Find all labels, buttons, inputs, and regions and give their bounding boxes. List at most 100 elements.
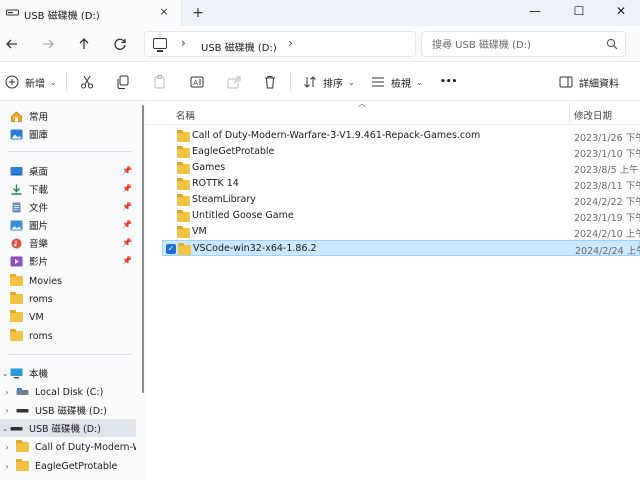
close-window-button[interactable]: ✕ xyxy=(606,0,636,22)
tab-title: USB 磁碟機 (D:) xyxy=(24,11,100,22)
refresh-icon[interactable] xyxy=(110,34,130,54)
rename-icon[interactable]: A xyxy=(189,74,205,90)
file-name: VSCode-win32-x64-1.86.2 xyxy=(193,243,317,254)
sidebar-item-desktop[interactable]: 桌面 📌 xyxy=(0,162,136,180)
sidebar-item-downloads[interactable]: 下載 📌 xyxy=(0,180,136,198)
pin-icon[interactable]: 📌 xyxy=(122,220,132,229)
navigation-pane: 常用 圖庫 桌面 📌 下載 📌 文件 📌 圖片 📌 音樂 📌 影片 📌 Movi… xyxy=(0,101,140,480)
file-row[interactable]: Games 2023/8/5 上午 xyxy=(162,160,640,176)
sidebar-item-vm[interactable]: VM xyxy=(0,308,136,326)
copy-icon[interactable] xyxy=(115,74,131,90)
details-button[interactable]: 詳細資料 xyxy=(558,72,619,92)
plus-circle-icon xyxy=(5,75,19,89)
sort-button[interactable]: 排序 ⌄ xyxy=(302,72,355,92)
sort-label: 排序 xyxy=(323,78,343,90)
file-name: VM xyxy=(192,226,207,237)
sidebar-item-movies[interactable]: Movies xyxy=(0,272,136,290)
sidebar-item-home[interactable]: 常用 xyxy=(0,107,136,125)
file-row[interactable]: EagleGetProtable 2023/1/10 下午 xyxy=(162,144,640,160)
sidebar-item-usb-drive-expanded[interactable]: ⌄ USB 磁碟機 (D:) xyxy=(0,419,136,437)
view-button[interactable]: 檢視 ⌄ xyxy=(370,72,423,92)
pin-icon[interactable]: 📌 xyxy=(122,184,132,193)
file-row[interactable]: Call of Duty-Modern-Warfare-3-V1.9.461-R… xyxy=(162,128,640,144)
folder-icon xyxy=(10,273,23,286)
chevron-down-icon: ⌄ xyxy=(416,77,423,87)
desktop-icon xyxy=(10,166,23,175)
sidebar-item-call-of-duty[interactable]: › Call of Duty-Modern-W xyxy=(0,438,136,456)
chevron-right-icon[interactable]: › xyxy=(2,406,12,415)
chevron-right-icon[interactable]: › xyxy=(2,462,12,471)
file-name: ROTTK 14 xyxy=(192,178,239,189)
file-name: Call of Duty-Modern-Warfare-3-V1.9.461-R… xyxy=(192,130,481,141)
file-row[interactable]: Untitled Goose Game 2023/1/19 下午 xyxy=(162,208,640,224)
share-icon[interactable] xyxy=(226,74,242,90)
search-box[interactable] xyxy=(421,31,626,57)
delete-icon[interactable] xyxy=(262,74,278,90)
search-icon[interactable] xyxy=(606,38,618,50)
back-icon[interactable] xyxy=(2,34,22,54)
folder-icon xyxy=(177,146,190,158)
file-date: 2024/2/10 上午 xyxy=(574,229,640,240)
chevron-right-icon[interactable]: › xyxy=(2,388,12,397)
sidebar-item-gallery[interactable]: 圖庫 xyxy=(0,125,136,143)
pin-icon[interactable]: 📌 xyxy=(122,256,132,265)
sidebar-item-usb-drive[interactable]: › USB 磁碟機 (D:) xyxy=(0,401,136,419)
drive-icon xyxy=(16,387,29,395)
sidebar-item-local-disk[interactable]: › Local Disk (C:) xyxy=(0,383,136,401)
sidebar-item-roms-2[interactable]: roms xyxy=(0,327,136,345)
address-bar: › USB 磁碟機 (D:) › xyxy=(0,26,640,62)
folder-icon xyxy=(16,458,29,471)
chevron-down-icon[interactable]: ⌄ xyxy=(0,424,10,433)
close-tab-icon[interactable]: × xyxy=(156,4,172,20)
sort-icon xyxy=(304,76,316,88)
column-date-modified[interactable]: 修改日期 xyxy=(574,108,612,122)
file-row-selected[interactable]: ✓ VSCode-win32-x64-1.86.2 2024/2/24 上午 xyxy=(162,240,640,257)
sidebar-item-eagleget[interactable]: › EagleGetProtable xyxy=(0,457,136,475)
scrollbar-thumb[interactable] xyxy=(142,105,144,393)
sidebar-item-this-pc[interactable]: ⌄ 本機 xyxy=(0,364,136,382)
document-icon xyxy=(12,202,21,212)
breadcrumb-usb-drive[interactable]: USB 磁碟機 (D:) xyxy=(201,39,277,54)
chevron-right-icon[interactable]: › xyxy=(2,443,12,452)
view-label: 檢視 xyxy=(391,78,411,90)
pin-icon[interactable]: 📌 xyxy=(122,238,132,247)
sidebar-item-roms[interactable]: roms xyxy=(0,290,136,308)
tab-usb-drive[interactable]: USB 磁碟機 (D:) × xyxy=(0,0,182,26)
folder-icon xyxy=(177,130,190,142)
maximize-button[interactable]: ☐ xyxy=(564,0,594,22)
row-checkbox[interactable]: ✓ xyxy=(166,244,176,254)
new-label: 新增 xyxy=(25,78,45,90)
folder-icon xyxy=(10,291,23,304)
download-icon xyxy=(11,184,22,195)
up-icon[interactable] xyxy=(74,34,94,54)
cut-icon[interactable] xyxy=(79,74,95,90)
more-options-button[interactable]: ••• xyxy=(440,72,457,92)
file-date: 2023/1/10 下午 xyxy=(574,149,640,160)
file-name: EagleGetProtable xyxy=(192,146,275,157)
chevron-down-icon[interactable]: ⌄ xyxy=(0,369,10,378)
new-tab-icon[interactable]: + xyxy=(189,4,207,22)
sidebar-item-documents[interactable]: 文件 📌 xyxy=(0,198,136,216)
breadcrumb[interactable]: › USB 磁碟機 (D:) › xyxy=(144,31,416,57)
folder-icon xyxy=(178,243,191,255)
search-input[interactable] xyxy=(432,37,597,53)
new-button[interactable]: 新增 ⌄ xyxy=(4,72,57,92)
file-row[interactable]: SteamLibrary 2024/2/22 下午 xyxy=(162,192,640,208)
column-name[interactable]: 名稱 xyxy=(176,108,195,122)
sidebar-item-pictures[interactable]: 圖片 📌 xyxy=(0,216,136,234)
chevron-right-icon[interactable]: › xyxy=(288,36,293,50)
minimize-button[interactable]: — xyxy=(520,0,550,22)
sidebar-item-music[interactable]: 音樂 📌 xyxy=(0,234,136,252)
computer-icon xyxy=(153,38,167,49)
paste-icon[interactable] xyxy=(152,74,168,90)
file-row[interactable]: VM 2024/2/10 上午 xyxy=(162,224,640,240)
chevron-right-icon[interactable]: › xyxy=(181,36,186,50)
forward-icon[interactable] xyxy=(38,34,58,54)
sidebar-item-videos[interactable]: 影片 📌 xyxy=(0,252,136,270)
folder-icon xyxy=(10,328,23,341)
folder-icon xyxy=(10,309,23,322)
file-name: Games xyxy=(192,162,226,173)
file-row[interactable]: ROTTK 14 2023/8/11 下午 xyxy=(162,176,640,192)
pin-icon[interactable]: 📌 xyxy=(122,166,132,175)
pin-icon[interactable]: 📌 xyxy=(122,202,132,211)
